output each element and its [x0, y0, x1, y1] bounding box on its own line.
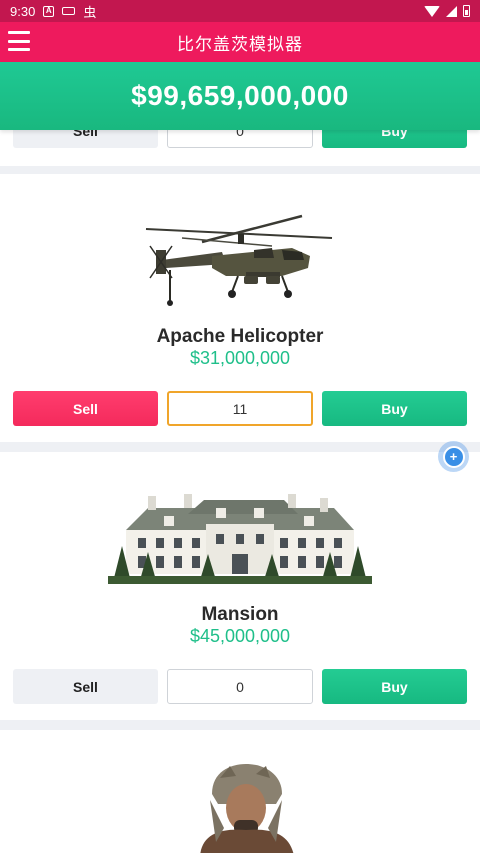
quantity-field[interactable]: 11	[167, 391, 313, 426]
item-actions: Sell 0 Buy	[13, 130, 467, 148]
wifi-icon	[424, 5, 440, 17]
floating-plus-button[interactable]: +	[438, 441, 469, 472]
sell-button[interactable]: Sell	[13, 130, 158, 148]
item-price: $31,000,000	[189, 348, 291, 368]
quantity-field[interactable]: 0	[167, 669, 313, 704]
app-title: 比尔盖茨模拟器	[177, 34, 303, 54]
keyboard-icon	[62, 7, 76, 15]
plus-icon: +	[442, 445, 465, 468]
item-card-mansion: Mansion $45,000,000 Sell 0 Buy	[0, 452, 480, 720]
item-name: Mansion	[201, 604, 279, 625]
mansion-image	[108, 494, 372, 584]
a-box-icon: A	[43, 5, 55, 17]
item-name: Apache Helicopter	[156, 326, 324, 347]
item-actions: Sell 11 Buy	[13, 391, 467, 426]
status-bar: 9:30 A 虫	[0, 0, 480, 22]
buy-button[interactable]: Buy	[322, 130, 467, 148]
buy-button[interactable]: Buy	[322, 391, 467, 426]
item-card: Sell 0 Buy	[0, 130, 480, 166]
hamburger-menu-icon[interactable]	[8, 31, 30, 51]
item-card-apache-helicopter: Apache Helicopter $31,000,000 Sell 11 Bu…	[0, 174, 480, 442]
item-card	[0, 730, 480, 853]
item-price: $45,000,000	[189, 626, 291, 646]
battery-icon	[463, 5, 470, 17]
sell-button[interactable]: Sell	[13, 391, 158, 426]
item-list[interactable]: Sell 0 Buy Apache Helicopter $31,000,000…	[0, 130, 480, 853]
helicopter-image	[145, 214, 333, 306]
signal-icon	[446, 5, 457, 17]
sell-button[interactable]: Sell	[13, 669, 158, 704]
balance-banner: $99,659,000,000	[0, 62, 480, 130]
quantity-field[interactable]: 0	[167, 130, 313, 148]
item-actions: Sell 0 Buy	[13, 669, 467, 704]
app-bar: 比尔盖茨模拟器	[0, 22, 480, 62]
person-image	[200, 764, 294, 853]
status-time: 9:30	[10, 3, 36, 19]
buy-button[interactable]: Buy	[322, 669, 467, 704]
balance-amount: $99,659,000,000	[131, 80, 349, 111]
bug-icon: 虫	[83, 4, 97, 20]
